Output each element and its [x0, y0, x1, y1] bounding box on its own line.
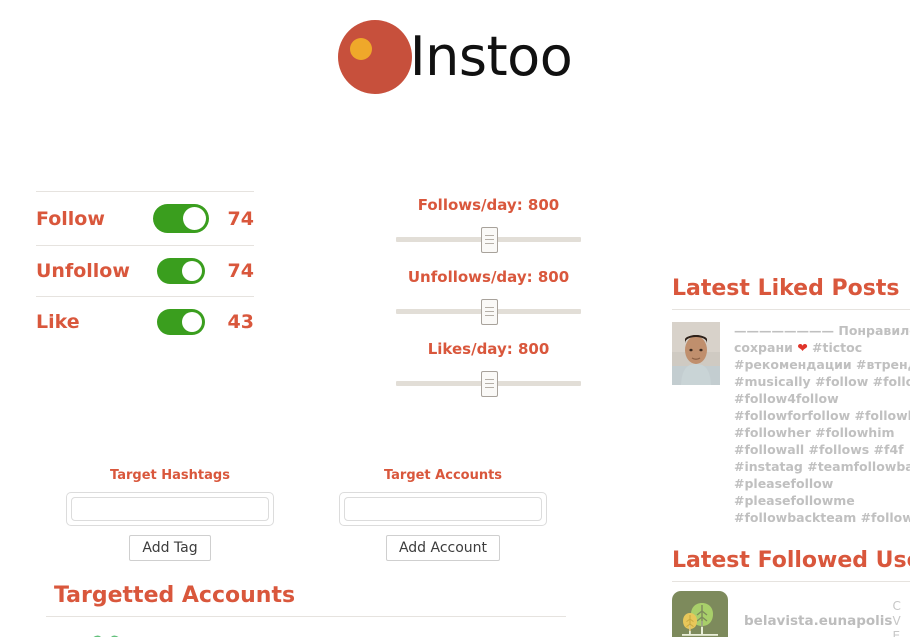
followed-user-bio: C V E	[892, 599, 900, 637]
avatar	[672, 591, 728, 637]
target-hashtags-block: Target Hashtags Add Tag	[66, 468, 274, 561]
slider-label-likes: Likes/day: 800	[427, 340, 550, 358]
toggle-label-unfollow: Unfollow	[36, 260, 130, 282]
target-hashtags-input[interactable]	[71, 497, 269, 521]
count-unfollow: 74	[227, 260, 254, 282]
table-row: Like 43	[36, 296, 254, 348]
post-caption-line: #followher #followhim	[734, 425, 895, 440]
logo-icon	[337, 20, 412, 94]
slider-handle[interactable]	[480, 299, 498, 325]
toggle-knob-icon	[182, 312, 202, 332]
target-accounts-input[interactable]	[344, 497, 542, 521]
latest-followed-users-panel: Latest Followed Users	[672, 548, 910, 637]
rate-limits-panel: Follows/day: 800 Unfollows/day: 800 Like…	[396, 196, 581, 412]
add-account-button[interactable]: Add Account	[385, 535, 501, 561]
slider-label-follows: Follows/day: 800	[417, 196, 560, 214]
action-toggles-table: Follow 74 Unfollow 74 Like 43	[36, 191, 254, 347]
count-follow: 74	[227, 207, 254, 230]
post-caption-line: #followforfollow #followback	[734, 408, 910, 423]
slider-label-unfollows: Unfollows/day: 800	[407, 268, 570, 286]
avatar	[46, 631, 166, 637]
toggle-cell-like	[146, 297, 216, 348]
post-caption-line: #followbackteam #followers	[734, 510, 910, 525]
bio-line: C	[892, 598, 901, 613]
table-row: dogsofinstagram DogsOf ✖	[46, 617, 566, 637]
targetted-accounts-panel: Targetted Accounts dogsofinstagram	[46, 583, 566, 637]
target-accounts-block: Target Accounts Add Account	[339, 468, 547, 561]
post-caption-line: #pleasefollow	[734, 476, 834, 491]
bio-line: E	[892, 628, 901, 637]
slider-likes-per-day[interactable]	[396, 370, 581, 397]
right-panel: Latest Liked Posts ———————— Понравил сох…	[672, 276, 910, 637]
latest-followed-users-title: Latest Followed Users	[672, 548, 910, 573]
post-caption-line: ———————— Понравилось?	[734, 323, 910, 338]
portrait-photo	[672, 322, 720, 385]
post-caption-line: #pleasefollowme	[734, 493, 855, 508]
target-hashtags-label: Target Hashtags	[110, 468, 230, 483]
table-row: Unfollow 74	[36, 245, 254, 297]
target-accounts-label: Target Accounts	[383, 468, 503, 483]
toggle-label-like: Like	[36, 311, 80, 333]
logo-dot-icon	[349, 38, 372, 60]
target-accounts-input-shell	[339, 492, 547, 526]
target-hashtags-input-shell	[66, 492, 274, 526]
bio-line: V	[892, 613, 901, 628]
post-caption-line: сохрани ❤ #tictoc	[734, 340, 863, 355]
slider-handle[interactable]	[480, 227, 498, 253]
post-caption-line: #musically #follow #followme	[734, 374, 910, 389]
post-caption-line: #followall #follows #f4f	[734, 442, 904, 457]
toggle-cell-unfollow	[146, 246, 216, 297]
followed-user-username: belavista.eunapolis	[744, 613, 893, 629]
post-thumbnail	[672, 322, 720, 526]
toggle-knob-icon	[182, 261, 202, 281]
toggle-unfollow[interactable]	[157, 258, 205, 284]
targetted-accounts-title: Targetted Accounts	[54, 583, 296, 608]
slider-handle[interactable]	[480, 371, 498, 397]
post-caption-line: #рекомендации #втренде	[734, 357, 910, 372]
post-caption: ———————— Понравилось? сохрани ❤ #tictoc …	[734, 322, 910, 526]
toggle-label-follow: Follow	[36, 207, 105, 230]
tree-logo	[672, 591, 728, 637]
toggle-cell-follow	[146, 192, 216, 246]
post-caption-line: #instatag #teamfollowback	[734, 459, 910, 474]
app-root: Instoo Follow 74 Unfollow 74 Like 43 Fol…	[0, 0, 910, 637]
list-item: ———————— Понравилось? сохрани ❤ #tictoc …	[672, 309, 910, 526]
slider-unfollows-per-day[interactable]	[396, 298, 581, 325]
heart-icon: ❤	[797, 340, 808, 355]
latest-liked-posts-title: Latest Liked Posts	[672, 276, 900, 301]
app-title: Instoo	[409, 25, 573, 88]
toggle-like[interactable]	[157, 309, 205, 335]
add-tag-button[interactable]: Add Tag	[129, 535, 211, 561]
app-header: Instoo	[0, 0, 910, 96]
post-caption-line: #follow4follow	[734, 391, 839, 406]
dog-face-icon	[93, 635, 119, 637]
table-row: Follow 74	[36, 191, 254, 246]
toggle-knob-icon	[183, 207, 206, 230]
action-toggles-panel: Follow 74 Unfollow 74 Like 43	[36, 191, 254, 347]
slider-follows-per-day[interactable]	[396, 226, 581, 253]
toggle-follow[interactable]	[153, 204, 209, 233]
count-like: 43	[227, 311, 254, 333]
list-item: belavista.eunapolis C V E	[672, 581, 910, 637]
